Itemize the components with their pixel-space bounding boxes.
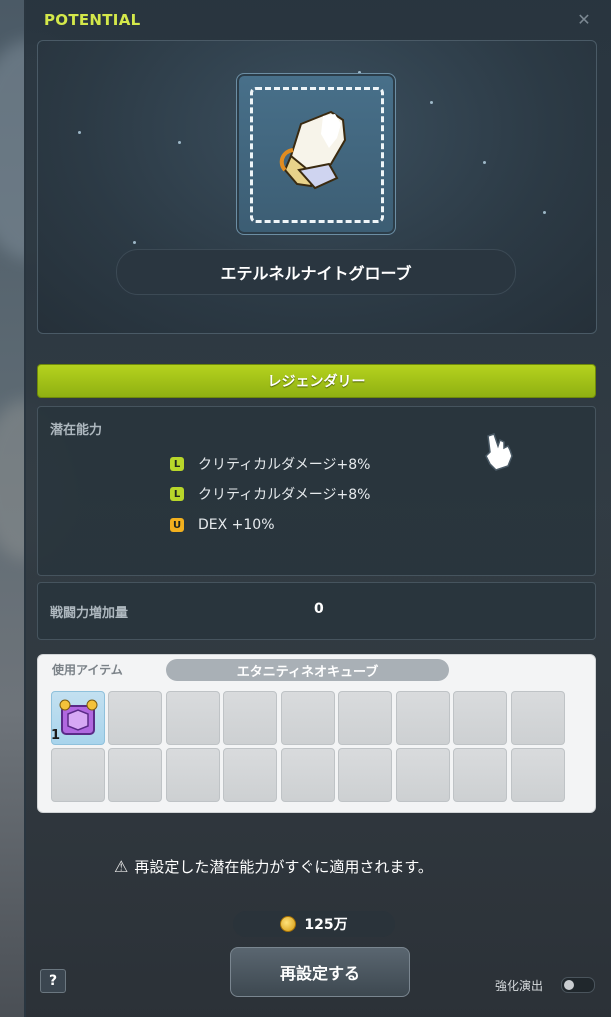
item-name: エテルネルナイトグローブ (116, 249, 516, 295)
window-title: POTENTIAL (44, 11, 141, 29)
empty-slot[interactable] (338, 691, 392, 745)
potential-line: U DEX +10% (170, 514, 275, 536)
warning-icon: ⚠ (114, 857, 129, 876)
empty-slot[interactable] (223, 691, 277, 745)
selected-cube-name: エタニティネオキューブ (166, 659, 449, 681)
empty-slot[interactable] (453, 748, 507, 802)
combat-power-value: 0 (314, 601, 324, 617)
empty-slot[interactable] (281, 691, 335, 745)
toggle-knob (564, 980, 574, 990)
empty-slot[interactable] (281, 748, 335, 802)
use-item-label: 使用アイテム (52, 663, 123, 677)
potential-line-text: DEX +10% (198, 517, 275, 533)
empty-slot[interactable] (223, 748, 277, 802)
use-item-panel: 使用アイテム エタニティネオキューブ 1 (37, 654, 596, 813)
unique-badge-icon: U (170, 518, 184, 532)
glove-icon (279, 110, 347, 190)
grade-bar: レジェンダリー (37, 364, 596, 398)
empty-slot[interactable] (166, 748, 220, 802)
cost-amount: 125万 (304, 917, 348, 933)
combat-power-label: 戦闘力増加量 (50, 606, 129, 621)
legendary-badge-icon: L (170, 457, 184, 471)
coin-icon (280, 916, 297, 932)
item-slot[interactable] (236, 73, 396, 235)
effect-toggle[interactable] (561, 977, 595, 993)
empty-slot[interactable] (396, 691, 450, 745)
empty-slot[interactable] (338, 748, 392, 802)
cube-slot[interactable]: 1 (51, 691, 105, 745)
potential-label: 潜在能力 (50, 423, 103, 438)
empty-slot[interactable] (453, 691, 507, 745)
empty-slot[interactable] (396, 748, 450, 802)
cost-display: 125万 (233, 911, 395, 937)
cube-icon (59, 699, 98, 735)
empty-slot[interactable] (511, 748, 565, 802)
empty-slot[interactable] (108, 748, 162, 802)
empty-slot[interactable] (511, 691, 565, 745)
empty-slot[interactable] (166, 691, 220, 745)
empty-slot[interactable] (51, 748, 105, 802)
help-button[interactable]: ? (40, 969, 66, 993)
hand-cursor-icon (485, 433, 513, 471)
potential-line: L クリティカルダメージ+8% (170, 453, 370, 475)
close-icon[interactable]: ✕ (576, 12, 592, 28)
effect-toggle-label: 強化演出 (495, 979, 544, 993)
combat-power-panel: 戦闘力増加量 0 (37, 582, 596, 640)
legendary-badge-icon: L (170, 487, 184, 501)
warning-text: 再設定した潜在能力がすぐに適用されます。 (134, 858, 433, 876)
cube-count: 1 (51, 728, 61, 743)
potential-line: L クリティカルダメージ+8% (170, 483, 370, 505)
reset-button[interactable]: 再設定する (230, 947, 410, 997)
potential-line-text: クリティカルダメージ+8% (198, 457, 371, 473)
empty-slot[interactable] (108, 691, 162, 745)
warning-message: ⚠ 再設定した潜在能力がすぐに適用されます。 (114, 856, 433, 877)
potential-line-text: クリティカルダメージ+8% (198, 487, 371, 503)
